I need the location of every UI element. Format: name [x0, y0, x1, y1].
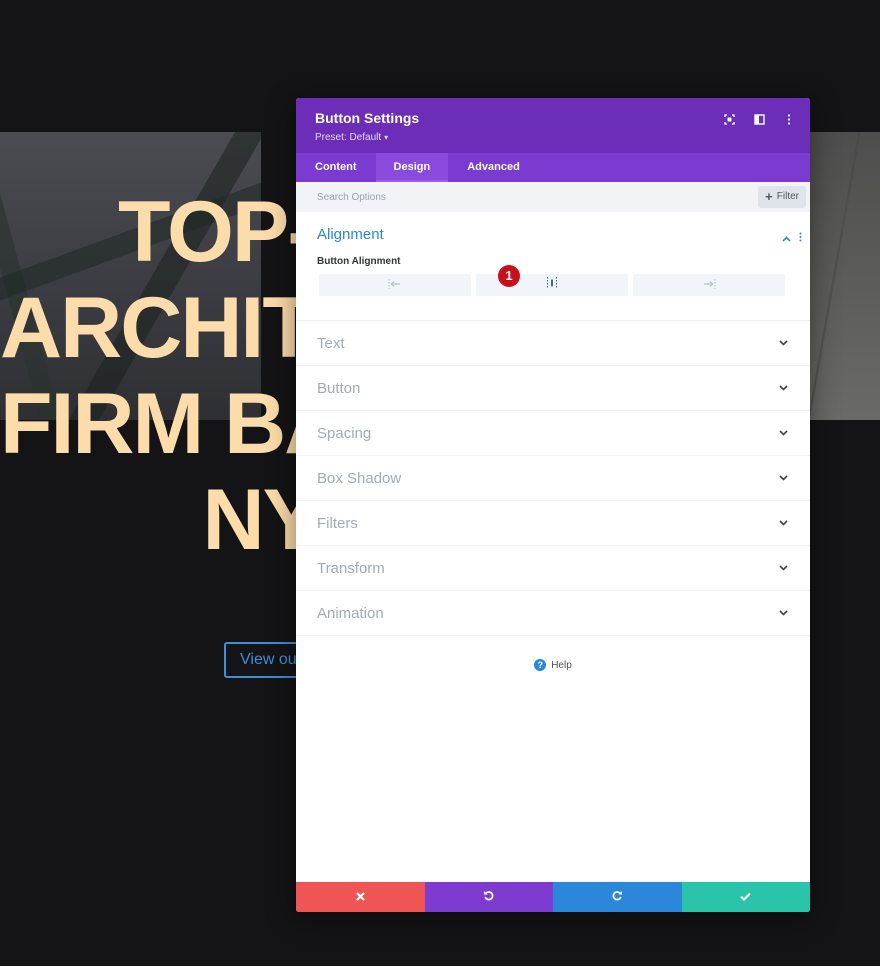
section-title: Button — [317, 379, 361, 397]
align-left-icon — [388, 276, 402, 294]
section-filters[interactable]: Filters — [296, 501, 810, 546]
redo-icon — [612, 888, 623, 906]
align-center-icon — [546, 276, 558, 294]
button-alignment-options — [319, 274, 789, 296]
more-vertical-icon[interactable] — [782, 112, 796, 126]
expand-icon[interactable] — [722, 112, 736, 126]
section-animation[interactable]: Animation — [296, 591, 810, 636]
tab-design[interactable]: Design — [375, 153, 449, 182]
modal-header: Button Settings Preset: Default ▾ — [296, 98, 810, 153]
filter-label: Filter — [776, 191, 799, 202]
undo-icon — [483, 888, 494, 906]
help-link[interactable]: ? Help — [296, 636, 810, 694]
undo-button[interactable] — [424, 882, 553, 912]
button-alignment-label: Button Alignment — [317, 256, 401, 267]
chevron-down-icon — [778, 338, 788, 348]
hero-heading-line: TOP-N — [118, 184, 296, 280]
search-options-input[interactable] — [296, 182, 726, 212]
chevron-up-icon[interactable] — [782, 229, 791, 247]
close-icon — [355, 888, 365, 906]
section-spacing[interactable]: Spacing — [296, 411, 810, 456]
align-right-icon — [702, 276, 716, 294]
tab-content[interactable]: Content — [296, 153, 376, 182]
section-title: Box Shadow — [317, 469, 402, 487]
section-alignment: Alignment Button Alignment — [296, 212, 810, 321]
section-more-icon[interactable] — [799, 229, 802, 247]
help-label: Help — [551, 659, 572, 671]
modal-title: Button Settings — [315, 110, 420, 126]
section-transform[interactable]: Transform — [296, 546, 810, 591]
section-title: Spacing — [317, 424, 372, 442]
split-view-icon[interactable] — [752, 112, 766, 126]
hero-heading-line: FIRM BA — [0, 376, 296, 472]
preset-label: Preset: Default — [315, 132, 382, 143]
preset-dropdown[interactable]: Preset: Default ▾ — [315, 127, 791, 145]
chevron-down-icon — [778, 473, 788, 483]
section-title: Filters — [317, 514, 358, 532]
section-title: Transform — [317, 559, 385, 577]
button-settings-modal: Button Settings Preset: Default ▾ Content… — [296, 98, 810, 912]
chevron-down-icon — [778, 563, 788, 573]
section-button[interactable]: Button — [296, 366, 810, 411]
chevron-down-icon — [778, 383, 788, 393]
search-bar: + Filter — [296, 182, 810, 212]
section-title: Text — [317, 334, 345, 352]
chevron-down-icon — [778, 608, 788, 618]
section-title: Animation — [317, 604, 384, 622]
hero-heading: TOP-N ARCHITE FIRM BA NY — [0, 184, 296, 568]
hero-heading-line: NY — [202, 472, 296, 568]
chevron-down-icon — [778, 428, 788, 438]
hero-heading-line: ARCHITE — [0, 280, 296, 376]
settings-tabs: Content Design Advanced — [296, 153, 810, 182]
align-left-button[interactable] — [319, 274, 471, 296]
section-alignment-title[interactable]: Alignment — [317, 225, 789, 245]
save-button[interactable] — [681, 882, 810, 912]
step-number-badge: 1 — [498, 265, 520, 287]
chevron-down-icon — [778, 518, 788, 528]
section-text[interactable]: Text — [296, 321, 810, 366]
caret-down-icon: ▾ — [384, 133, 389, 142]
section-box-shadow[interactable]: Box Shadow — [296, 456, 810, 501]
help-icon: ? — [534, 659, 547, 671]
hero-background-image-right — [810, 132, 880, 420]
check-icon — [740, 888, 752, 906]
redo-button[interactable] — [553, 882, 682, 912]
modal-footer — [296, 882, 810, 912]
plus-icon: + — [765, 189, 773, 204]
tab-advanced[interactable]: Advanced — [448, 153, 539, 182]
cancel-button[interactable] — [296, 882, 425, 912]
align-right-button[interactable] — [633, 274, 785, 296]
filter-button[interactable]: + Filter — [758, 186, 806, 208]
